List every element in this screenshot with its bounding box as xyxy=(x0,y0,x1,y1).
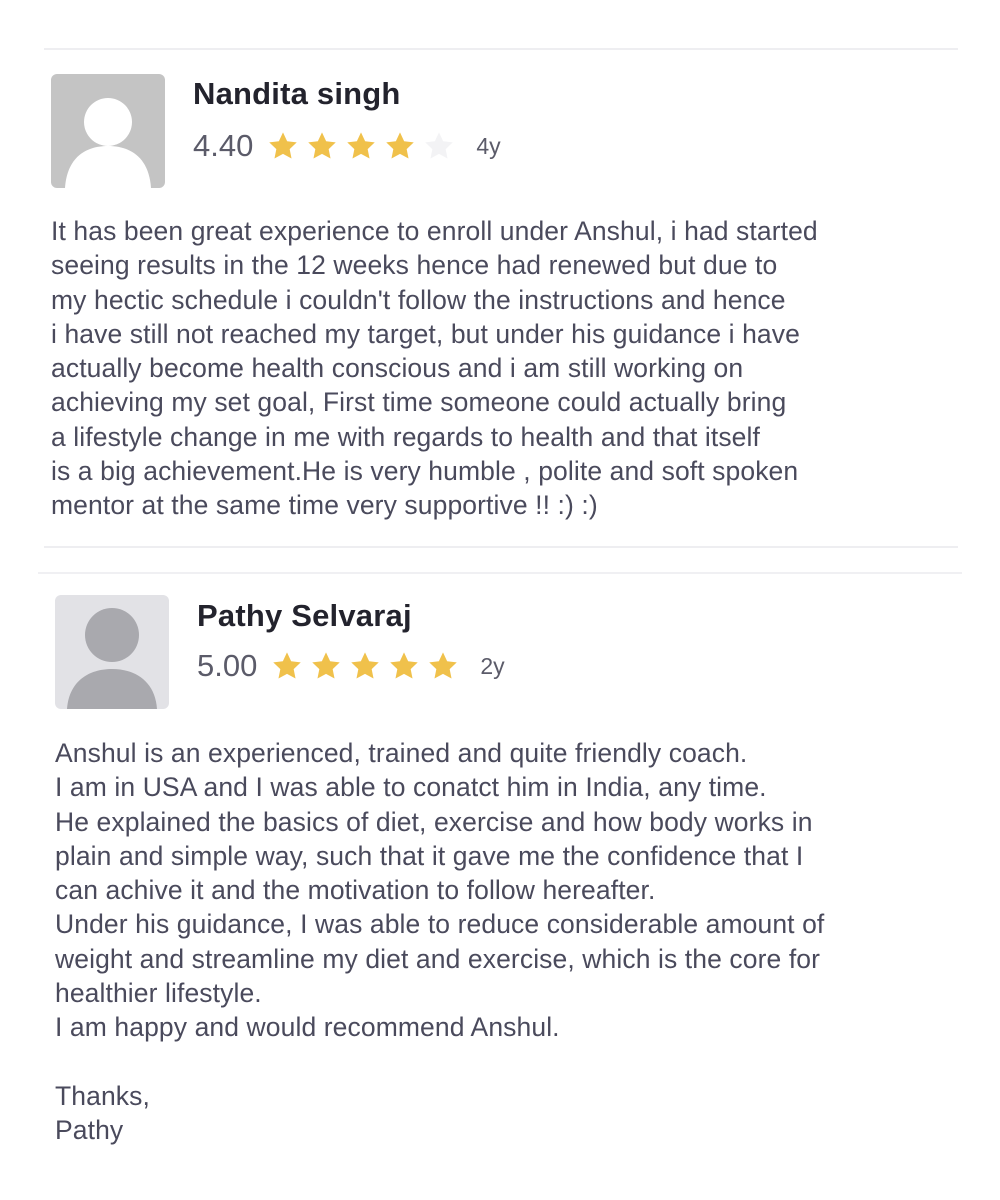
rating-row: 4.40 4y xyxy=(193,128,501,164)
review-card: Pathy Selvaraj 5.00 2y Anshul is an expe… xyxy=(38,574,962,1174)
star-icon xyxy=(312,652,341,679)
default-user-icon xyxy=(51,74,165,188)
star-icon xyxy=(273,652,302,679)
default-user-icon xyxy=(55,595,169,709)
star-icon xyxy=(386,132,415,159)
review-text: Anshul is an experienced, trained and qu… xyxy=(55,738,825,1146)
reviewer-name: Nandita singh xyxy=(193,76,401,111)
star-icon xyxy=(390,652,419,679)
star-icon xyxy=(308,132,337,159)
star-icon xyxy=(269,132,298,159)
star-rating xyxy=(267,130,462,162)
review-divider xyxy=(44,546,958,548)
rating-row: 5.00 2y xyxy=(197,648,505,684)
review-card: Nandita singh 4.40 4y It has been great … xyxy=(44,50,958,546)
star-icon xyxy=(351,652,380,679)
reviewer-name: Pathy Selvaraj xyxy=(197,598,412,633)
rating-score: 4.40 xyxy=(193,128,254,163)
review-text: It has been great experience to enroll u… xyxy=(51,216,818,521)
star-icon xyxy=(429,652,458,679)
rating-score: 5.00 xyxy=(197,648,258,683)
star-empty-icon xyxy=(425,132,454,159)
star-rating xyxy=(271,650,466,682)
avatar xyxy=(55,595,169,709)
review-age: 2y xyxy=(480,652,505,679)
star-icon xyxy=(347,132,376,159)
review-age: 4y xyxy=(476,132,501,159)
avatar xyxy=(51,74,165,188)
